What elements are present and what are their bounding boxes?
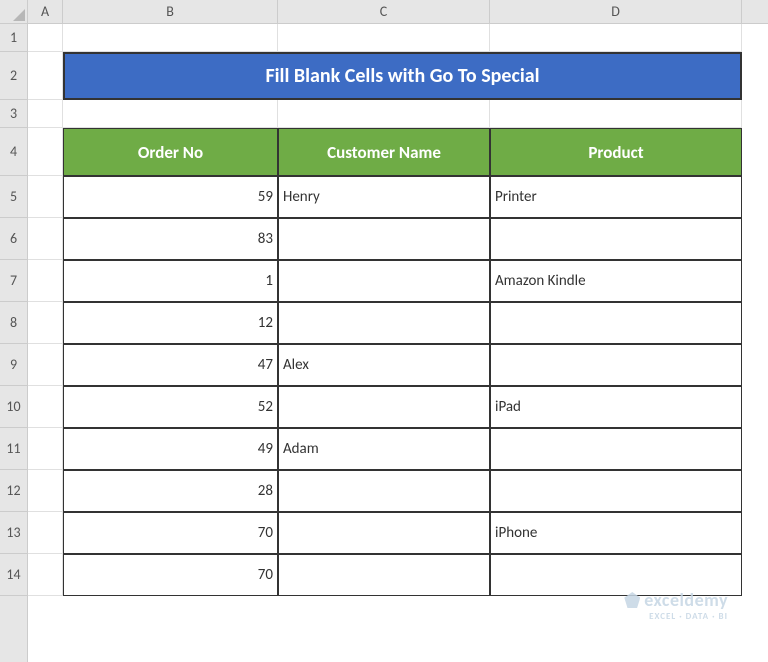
cell-customer-6[interactable] <box>278 218 490 260</box>
grid-row-7: 1 Amazon Kindle <box>28 260 768 302</box>
cell-A10[interactable] <box>28 386 63 428</box>
cell-product-11[interactable] <box>490 428 742 470</box>
cell-customer-5[interactable]: Henry <box>278 176 490 218</box>
cell-A6[interactable] <box>28 218 63 260</box>
title-bar[interactable]: Fill Blank Cells with Go To Special <box>63 52 742 100</box>
row-header-4[interactable]: 4 <box>0 128 27 176</box>
row-header-11[interactable]: 11 <box>0 428 27 470</box>
cell-D1[interactable] <box>490 24 742 52</box>
cell-product-8[interactable] <box>490 302 742 344</box>
cell-A8[interactable] <box>28 302 63 344</box>
col-header-D[interactable]: D <box>490 0 742 23</box>
row-header-14[interactable]: 14 <box>0 554 27 596</box>
row-header-3[interactable]: 3 <box>0 100 27 128</box>
grid-row-6: 83 <box>28 218 768 260</box>
cell-order-no-11[interactable]: 49 <box>63 428 278 470</box>
cell-grid: Fill Blank Cells with Go To Special Order… <box>28 24 768 662</box>
cell-customer-7[interactable] <box>278 260 490 302</box>
cell-A11[interactable] <box>28 428 63 470</box>
grid-row-5: 59HenryPrinter <box>28 176 768 218</box>
cell-C1[interactable] <box>278 24 490 52</box>
cell-product-10[interactable]: iPad <box>490 386 742 428</box>
row-header-9[interactable]: 9 <box>0 344 27 386</box>
grid-row-3 <box>28 100 768 128</box>
select-all-corner[interactable] <box>0 0 28 24</box>
cell-A3[interactable] <box>28 100 63 128</box>
cell-A5[interactable] <box>28 176 63 218</box>
grid-row-10: 52 iPad <box>28 386 768 428</box>
cell-A7[interactable] <box>28 260 63 302</box>
cell-product-6[interactable] <box>490 218 742 260</box>
cell-B3[interactable] <box>63 100 278 128</box>
cell-customer-11[interactable]: Adam <box>278 428 490 470</box>
cell-customer-13[interactable] <box>278 512 490 554</box>
cell-B1[interactable] <box>63 24 278 52</box>
cell-order-no-13[interactable]: 70 <box>63 512 278 554</box>
cell-order-no-14[interactable]: 70 <box>63 554 278 596</box>
grid-row-1 <box>28 24 768 52</box>
grid-row-9: 47Alex <box>28 344 768 386</box>
cell-A2[interactable] <box>28 52 63 100</box>
cell-product-14[interactable] <box>490 554 742 596</box>
cell-A12[interactable] <box>28 470 63 512</box>
grid-row-14: 70 <box>28 554 768 596</box>
col-header-A[interactable]: A <box>28 0 63 23</box>
cell-A1[interactable] <box>28 24 63 52</box>
cell-A14[interactable] <box>28 554 63 596</box>
cell-C3[interactable] <box>278 100 490 128</box>
col-header-B[interactable]: B <box>63 0 278 23</box>
cell-customer-12[interactable] <box>278 470 490 512</box>
cell-customer-8[interactable] <box>278 302 490 344</box>
row-headers: 1234567891011121314 <box>0 24 28 662</box>
grid-row-2: Fill Blank Cells with Go To Special <box>28 52 768 100</box>
row-header-6[interactable]: 6 <box>0 218 27 260</box>
grid-row-12: 28 <box>28 470 768 512</box>
cell-product-7[interactable]: Amazon Kindle <box>490 260 742 302</box>
grid-row-4: Order NoCustomer NameProduct <box>28 128 768 176</box>
row-header-12[interactable]: 12 <box>0 470 27 512</box>
row-header-2[interactable]: 2 <box>0 52 27 100</box>
grid-row-8: 12 <box>28 302 768 344</box>
header-product[interactable]: Product <box>490 128 742 176</box>
row-header-5[interactable]: 5 <box>0 176 27 218</box>
cell-order-no-8[interactable]: 12 <box>63 302 278 344</box>
row-header-13[interactable]: 13 <box>0 512 27 554</box>
grid-row-13: 70 iPhone <box>28 512 768 554</box>
cell-product-12[interactable] <box>490 470 742 512</box>
cell-product-13[interactable]: iPhone <box>490 512 742 554</box>
column-headers: ABCD <box>28 0 768 24</box>
cell-product-9[interactable] <box>490 344 742 386</box>
grid-row-11: 49Adam <box>28 428 768 470</box>
cell-order-no-12[interactable]: 28 <box>63 470 278 512</box>
cell-product-5[interactable]: Printer <box>490 176 742 218</box>
cell-customer-10[interactable] <box>278 386 490 428</box>
cell-order-no-7[interactable]: 1 <box>63 260 278 302</box>
spreadsheet: ABCD 1234567891011121314 Fill Blank Cell… <box>0 0 768 662</box>
col-header-C[interactable]: C <box>278 0 490 23</box>
cell-order-no-6[interactable]: 83 <box>63 218 278 260</box>
row-header-7[interactable]: 7 <box>0 260 27 302</box>
header-order-no[interactable]: Order No <box>63 128 278 176</box>
cell-customer-9[interactable]: Alex <box>278 344 490 386</box>
cell-A4[interactable] <box>28 128 63 176</box>
cell-A9[interactable] <box>28 344 63 386</box>
cell-order-no-9[interactable]: 47 <box>63 344 278 386</box>
header-customer-name[interactable]: Customer Name <box>278 128 490 176</box>
row-header-8[interactable]: 8 <box>0 302 27 344</box>
cell-order-no-5[interactable]: 59 <box>63 176 278 218</box>
cell-order-no-10[interactable]: 52 <box>63 386 278 428</box>
cell-D3[interactable] <box>490 100 742 128</box>
cell-customer-14[interactable] <box>278 554 490 596</box>
row-header-1[interactable]: 1 <box>0 24 27 52</box>
cell-A13[interactable] <box>28 512 63 554</box>
row-header-10[interactable]: 10 <box>0 386 27 428</box>
